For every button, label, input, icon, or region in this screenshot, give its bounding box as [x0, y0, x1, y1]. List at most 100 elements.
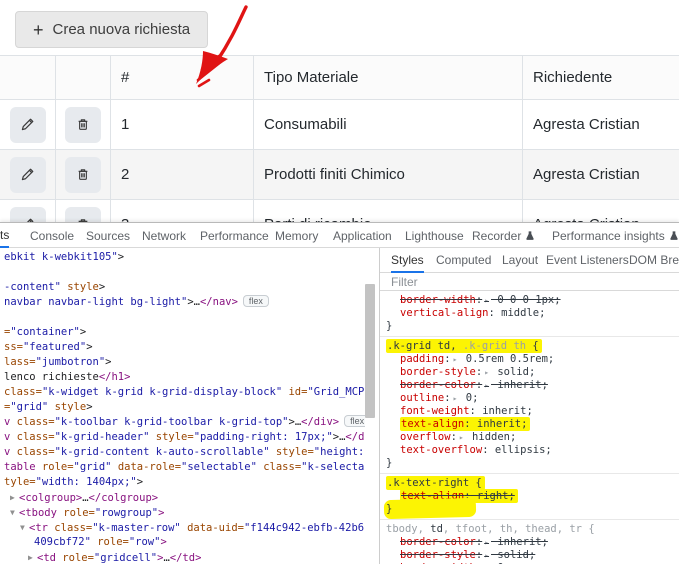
edit-button[interactable] [10, 157, 46, 193]
plus-icon: + [33, 21, 44, 39]
dom-tree-line[interactable]: ="container"> [4, 325, 365, 340]
devtools-tab-network[interactable]: Network [142, 223, 186, 248]
code-tag: </div> [301, 416, 339, 428]
table-row[interactable]: 2Prodotti finiti ChimicoAgresta Cristian [0, 150, 679, 200]
devtools-tab-memory[interactable]: Memory [275, 223, 318, 248]
expand-value-icon[interactable]: ▸ [459, 433, 464, 442]
styles-tab-styles[interactable]: Styles [391, 248, 424, 273]
styles-tab-computed[interactable]: Computed [436, 248, 491, 273]
devtools-tab-lighthouse[interactable]: Lighthouse [405, 223, 464, 248]
dom-tree-line[interactable]: -content" style> [4, 280, 365, 295]
dom-tree-line[interactable]: ="grid" style> [4, 400, 365, 415]
expand-value-icon[interactable]: ▸ [484, 538, 489, 547]
dom-tree-line[interactable]: ▶<td role="gridcell">…</td> [4, 550, 365, 564]
dom-tree-line[interactable]: ▶<colgroup>…</colgroup> [4, 490, 365, 505]
code-attr: style [55, 401, 87, 413]
devtools-tab-ts[interactable]: ts [0, 223, 9, 248]
expand-value-icon[interactable]: ▸ [484, 551, 489, 560]
dom-tree-line[interactable]: ss="featured"> [4, 340, 365, 355]
code-tag: > [160, 536, 166, 548]
dom-tree-line[interactable]: table role="grid" data-role="selectable"… [4, 460, 365, 475]
css-declaration[interactable]: border-style:▸ solid; [386, 549, 677, 562]
delete-button[interactable] [65, 157, 101, 193]
table-row[interactable]: 3Parti di ricambioAgresta Cristian [0, 200, 679, 222]
css-declaration[interactable]: border-width:▸ 0 0 0 1px; [386, 294, 677, 307]
css-rule: .k-grid td, .k-grid th {padding:▸ 0.5rem… [380, 336, 679, 473]
expand-value-icon[interactable]: ▸ [453, 394, 458, 403]
expand-value-icon[interactable]: ▸ [484, 296, 489, 305]
cell-tipo: Parti di ricambio [253, 200, 522, 222]
devtools-tab-recorder[interactable]: Recorder [472, 223, 535, 248]
devtools-tab-application[interactable]: Application [333, 223, 392, 248]
code-tag: <tbody [19, 507, 57, 519]
flex-badge[interactable]: flex [344, 415, 365, 427]
expand-value-icon[interactable]: ▸ [484, 368, 489, 377]
column-header-delete [55, 56, 110, 99]
css-declaration[interactable]: border-color:▸ inherit; [386, 536, 677, 549]
css-declaration[interactable]: padding:▸ 0.5rem 0.5rem; [386, 353, 677, 366]
dom-tree-line[interactable]: 409cbf72" role="row"> [4, 535, 365, 550]
column-header-richiedente[interactable]: Richiedente [522, 56, 679, 99]
dom-tree-line[interactable]: navbar navbar-light bg-light">…</nav>fle… [4, 295, 365, 310]
styles-tab-layout[interactable]: Layout [502, 248, 538, 273]
devtools-tab-console[interactable]: Console [30, 223, 74, 248]
dom-tree-line[interactable]: v class="k-grid-header" style="padding-r… [4, 430, 365, 445]
styles-tab-dom-break[interactable]: DOM Break [629, 248, 679, 273]
dom-tree-line[interactable]: lass="jumbotron"> [4, 355, 365, 370]
code-val: "row" [129, 536, 161, 548]
flex-badge[interactable]: flex [243, 295, 269, 307]
css-declaration[interactable]: outline:▸ 0; [386, 392, 677, 405]
code-val: navbar navbar-light bg-light" [4, 296, 187, 308]
css-declaration[interactable]: text-overflow: ellipsis; [386, 444, 677, 457]
code-text: lenco richieste [4, 371, 99, 383]
devtools-tab-performance-insights[interactable]: Performance insights [552, 223, 679, 248]
expand-value-icon[interactable]: ▸ [484, 381, 489, 390]
pencil-icon [19, 116, 36, 133]
styles-tab-event-listeners[interactable]: Event Listeners [546, 248, 629, 273]
css-declaration[interactable]: text-align: inherit; [386, 418, 677, 431]
dom-tree-line[interactable]: ebkit k-webkit105"> [4, 250, 365, 265]
cell-richiedente: Agresta Cristian [522, 150, 679, 199]
delete-button[interactable] [65, 107, 101, 143]
css-declaration[interactable]: overflow:▸ hidden; [386, 431, 677, 444]
dom-tree-line[interactable]: ▼<tr class="k-master-row" data-uid="f144… [4, 520, 365, 535]
css-declaration[interactable]: vertical-align: middle; [386, 307, 677, 320]
flask-icon [525, 230, 535, 241]
edit-button[interactable] [10, 107, 46, 143]
devtools-tab-performance[interactable]: Performance [200, 223, 269, 248]
code-val: "rowgroup" [95, 507, 158, 519]
dom-tree-line[interactable]: v class="k-toolbar k-grid-toolbar k-grid… [4, 415, 365, 430]
devtools-tab-sources[interactable]: Sources [86, 223, 130, 248]
code-attr: data-role= [118, 461, 181, 473]
scrollbar-thumb[interactable] [365, 284, 375, 418]
expand-value-icon[interactable]: ▸ [453, 355, 458, 364]
expand-open-icon[interactable]: ▼ [10, 505, 19, 520]
dom-tree-line[interactable]: class="k-widget k-grid k-grid-display-bl… [4, 385, 365, 400]
dom-tree-line[interactable] [4, 265, 365, 280]
css-selector[interactable]: .k-grid td, .k-grid th { [386, 340, 677, 353]
table-row[interactable]: 1ConsumabiliAgresta Cristian [0, 100, 679, 150]
expand-closed-icon[interactable]: ▶ [28, 550, 37, 564]
styles-filter-input[interactable] [380, 275, 649, 289]
expand-closed-icon[interactable]: ▶ [10, 490, 19, 505]
code-val: "jumbotron" [36, 356, 106, 368]
dom-tree-line[interactable]: v class="k-grid-content k-auto-scrollabl… [4, 445, 365, 460]
code-attr: role= [97, 536, 129, 548]
css-declaration[interactable]: border-style:▸ solid; [386, 366, 677, 379]
css-declaration[interactable]: border-color:▸ inherit; [386, 379, 677, 392]
delete-button[interactable] [65, 207, 101, 223]
css-selector[interactable]: tbody, td, tfoot, th, thead, tr { [386, 523, 677, 536]
dom-tree-line[interactable]: ▼<tbody role="rowgroup"> [4, 505, 365, 520]
dom-tree-line[interactable]: tyle="width: 1404px;"> [4, 475, 365, 490]
dom-tree-line[interactable] [4, 310, 365, 325]
dom-tree-line[interactable]: lenco richieste</h1> [4, 370, 365, 385]
edit-cell [0, 100, 55, 149]
create-request-button[interactable]: + Crea nuova richiesta [15, 11, 208, 48]
column-header-tipo[interactable]: Tipo Materiale [253, 56, 522, 99]
edit-button[interactable] [10, 207, 46, 223]
code-tag: </h1> [99, 371, 131, 383]
column-header-num[interactable]: # [110, 56, 253, 99]
code-tag: <td [37, 552, 56, 564]
code-tag: </div> [345, 431, 365, 443]
expand-open-icon[interactable]: ▼ [20, 520, 29, 535]
